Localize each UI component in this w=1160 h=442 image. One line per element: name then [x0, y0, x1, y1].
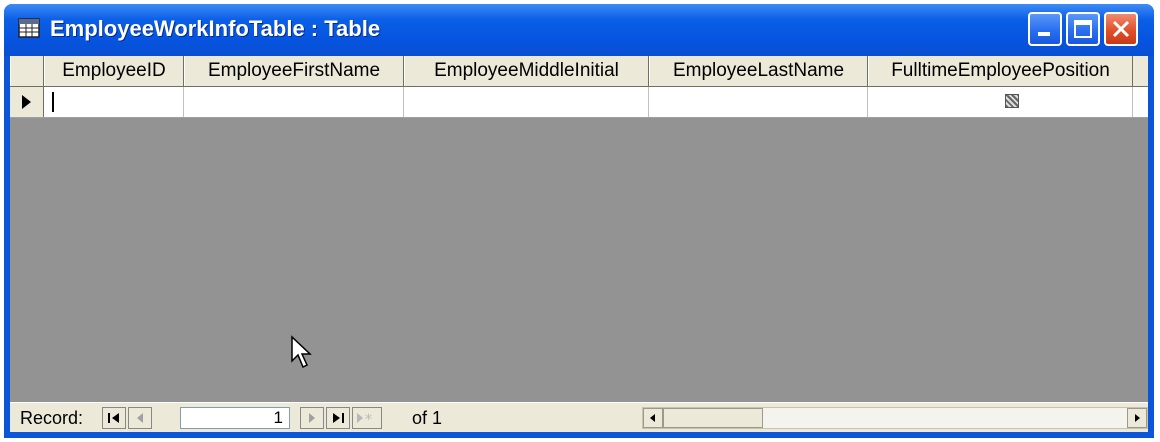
close-icon: [1112, 20, 1130, 38]
cell-employeemiddleinitial[interactable]: [404, 87, 649, 117]
new-record-icon: *: [357, 412, 372, 428]
record-selector[interactable]: [10, 87, 44, 117]
maximize-icon: [1074, 20, 1092, 38]
fulltime-checkbox[interactable]: [1005, 94, 1019, 108]
current-record-field[interactable]: 1: [180, 407, 290, 429]
window-title: EmployeeWorkInfoTable : Table: [50, 16, 381, 41]
next-record-button[interactable]: [300, 407, 324, 429]
scroll-right-icon: [1135, 414, 1140, 422]
text-caret: [52, 92, 54, 112]
maximize-button[interactable]: [1066, 12, 1100, 46]
previous-record-button[interactable]: [128, 407, 152, 429]
column-header-employeemiddleinitial[interactable]: EmployeeMiddleInitial: [404, 56, 649, 86]
record-label: Record:: [20, 408, 84, 428]
next-record-icon: [309, 413, 315, 423]
column-header-fulltimeemployeeposition[interactable]: FulltimeEmployeePosition: [868, 56, 1133, 86]
record-navigation-bar: Record: 1 * of 1: [10, 402, 1148, 432]
column-header-employeefirstname[interactable]: EmployeeFirstName: [184, 56, 404, 86]
title-bar[interactable]: EmployeeWorkInfoTable : Table: [4, 4, 1154, 56]
record-count-label: of 1: [412, 408, 443, 428]
horizontal-scrollbar[interactable]: [642, 407, 1148, 429]
cell-employeefirstname[interactable]: [184, 87, 404, 117]
column-header-employeeid[interactable]: EmployeeID: [44, 56, 184, 86]
table-row: [10, 87, 1148, 118]
new-record-button[interactable]: *: [352, 407, 382, 429]
svg-text:*: *: [365, 412, 372, 428]
first-record-icon: [108, 413, 119, 423]
column-header-row: EmployeeID EmployeeFirstName EmployeeMid…: [10, 56, 1148, 87]
table-window: EmployeeWorkInfoTable : Table EmployeeID…: [4, 4, 1154, 438]
scroll-left-button[interactable]: [643, 408, 663, 428]
column-header-employeelastname[interactable]: EmployeeLastName: [649, 56, 868, 86]
datasheet-area: EmployeeID EmployeeFirstName EmployeeMid…: [10, 56, 1148, 432]
minimize-icon: [1038, 32, 1050, 36]
last-record-icon: [333, 413, 344, 423]
scroll-right-button[interactable]: [1127, 408, 1147, 428]
first-record-button[interactable]: [102, 407, 126, 429]
scroll-left-icon: [650, 414, 655, 422]
cell-fulltimeemployeeposition[interactable]: [868, 87, 1133, 117]
last-record-button[interactable]: [326, 407, 350, 429]
table-icon: [18, 18, 40, 38]
previous-record-icon: [137, 413, 143, 423]
record-selector-arrow-icon: [22, 95, 31, 109]
mouse-pointer-icon: [291, 335, 312, 369]
minimize-button[interactable]: [1028, 12, 1062, 46]
select-all-corner[interactable]: [10, 56, 44, 86]
scroll-thumb[interactable]: [663, 408, 763, 428]
cell-employeelastname[interactable]: [649, 87, 868, 117]
cell-employeeid[interactable]: [44, 87, 184, 117]
close-button[interactable]: [1104, 12, 1138, 46]
